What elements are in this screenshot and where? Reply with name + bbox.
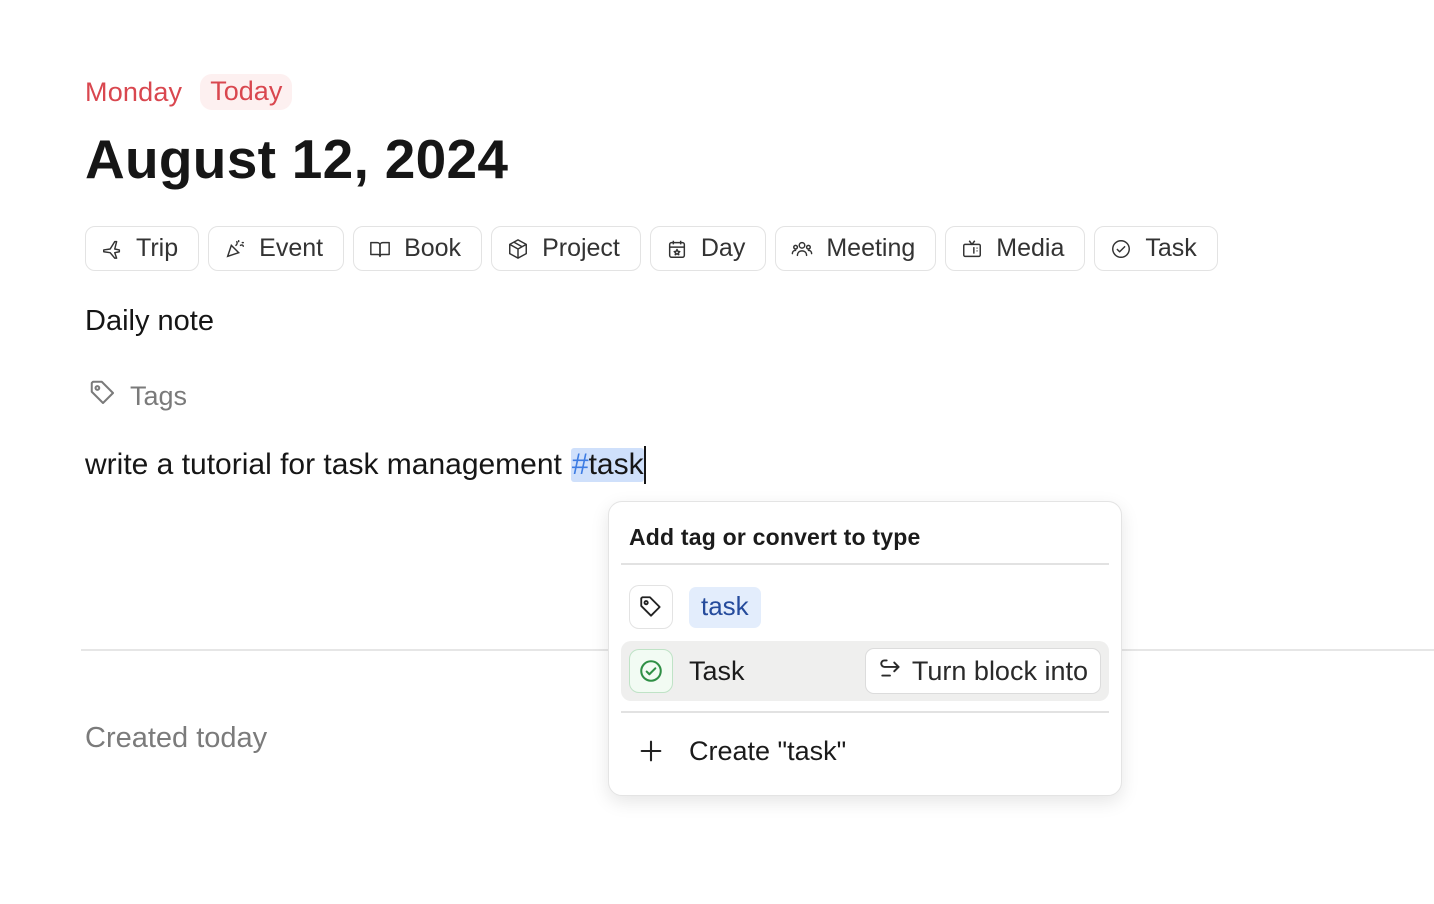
- text-caret: [643, 446, 646, 484]
- type-chip-task[interactable]: Task: [1094, 226, 1218, 271]
- hash-tag-selection[interactable]: #task: [570, 448, 644, 482]
- popup-separator: [621, 563, 1109, 565]
- type-chip-label: Project: [542, 234, 620, 262]
- check-circle-icon: [1109, 237, 1133, 261]
- type-option-label: Task: [689, 655, 745, 686]
- type-chip-label: Day: [700, 234, 746, 262]
- tag-icon: [88, 378, 118, 415]
- tags-label: Tags: [130, 381, 188, 411]
- book-icon: [368, 237, 392, 261]
- turn-into-label: Turn block into: [911, 655, 1088, 686]
- type-chip-label: Book: [404, 234, 462, 262]
- type-chips: Trip Event Book Project Day Meeting Medi…: [85, 226, 1218, 271]
- type-chip-meeting[interactable]: Meeting: [775, 226, 937, 271]
- day-row: Monday Today: [85, 74, 293, 110]
- today-badge[interactable]: Today: [200, 74, 293, 110]
- type-option-row[interactable]: Task Turn block into: [621, 641, 1109, 701]
- type-chip-day[interactable]: Day: [649, 226, 767, 271]
- type-chip-label: Meeting: [826, 234, 916, 262]
- tag-popup: Add tag or convert to type task Task Tur…: [608, 501, 1122, 796]
- type-chip-trip[interactable]: Trip: [85, 226, 200, 271]
- section-title: Daily note: [85, 305, 214, 337]
- popup-header: Add tag or convert to type: [629, 524, 921, 550]
- type-chip-label: Task: [1145, 234, 1197, 262]
- type-chip-book[interactable]: Book: [353, 226, 483, 271]
- create-option-row[interactable]: Create "task": [621, 721, 1109, 781]
- hash-word: task: [588, 448, 644, 481]
- type-chip-project[interactable]: Project: [491, 226, 641, 271]
- created-label: Created today: [85, 722, 268, 754]
- popup-separator: [621, 711, 1109, 713]
- type-chip-event[interactable]: Event: [208, 226, 345, 271]
- page-title: August 12, 2024: [85, 128, 509, 190]
- tv-icon: [960, 237, 984, 261]
- turn-into-arrow-icon: [878, 655, 904, 688]
- tag-pill: task: [689, 586, 761, 628]
- hash-mark: #: [571, 448, 589, 481]
- type-chip-media[interactable]: Media: [945, 226, 1086, 271]
- tags-field[interactable]: Tags: [88, 378, 187, 415]
- type-chip-label: Event: [259, 234, 324, 262]
- plus-icon: [629, 729, 673, 773]
- box-icon: [506, 237, 530, 261]
- tag-option-row[interactable]: task: [621, 577, 1109, 637]
- check-circle-icon: [629, 649, 673, 693]
- create-option-label: Create "task": [689, 735, 847, 766]
- plane-icon: [100, 237, 124, 261]
- daily-note-page: Monday Today August 12, 2024 Trip Event …: [0, 0, 1434, 904]
- editor-line[interactable]: write a tutorial for task management #ta…: [85, 446, 646, 484]
- party-icon: [223, 237, 247, 261]
- type-chip-label: Media: [996, 234, 1065, 262]
- turn-block-into-button[interactable]: Turn block into: [864, 648, 1101, 694]
- day-name: Monday: [85, 76, 183, 107]
- tag-icon: [629, 585, 673, 629]
- type-chip-label: Trip: [136, 234, 179, 262]
- calendar-icon: [665, 237, 689, 261]
- block-text: write a tutorial for task management: [85, 448, 562, 481]
- people-icon: [790, 237, 814, 261]
